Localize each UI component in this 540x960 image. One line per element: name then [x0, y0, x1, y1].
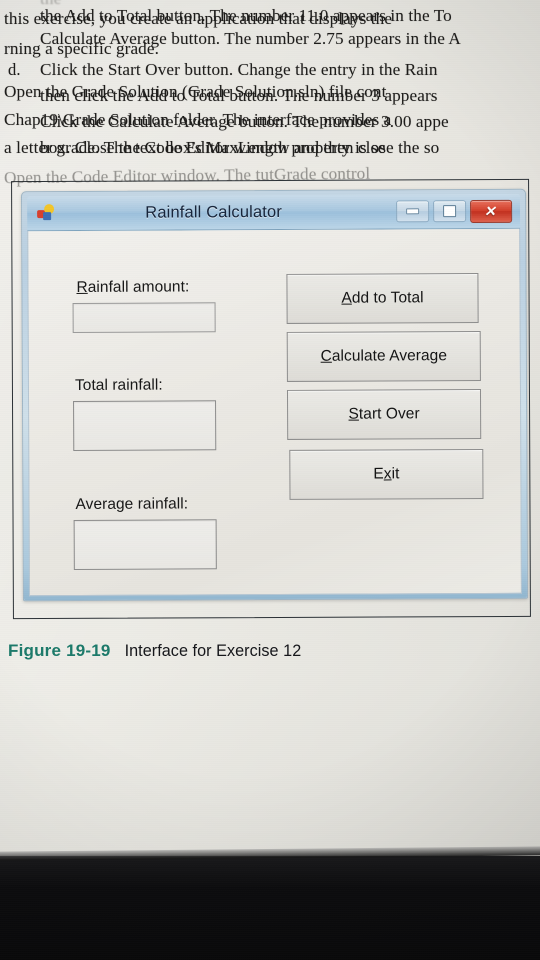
bottom-paragraph-line-1: this exercise, you create an application… [4, 9, 393, 28]
bottom-numbered-line-4: Open the Code Editor window. The tutGrad… [3, 163, 371, 188]
bottom-text-region: this exercise, you create an application… [0, 0, 540, 960]
photo-dark-edge [0, 856, 540, 960]
bottom-paragraph-line-2: rning a specific grade. [4, 39, 160, 58]
bottom-numbered-line-3: a letter grade. The text box's MaxLength… [4, 138, 386, 157]
bottom-numbered-line-1: Open the Grade Solution (Grade Solution.… [4, 82, 387, 101]
bottom-paragraph-block: this exercise, you create an application… [0, 0, 540, 188]
bottom-numbered-line-2: Chap19\Grade Solution folder. The interf… [4, 110, 392, 129]
